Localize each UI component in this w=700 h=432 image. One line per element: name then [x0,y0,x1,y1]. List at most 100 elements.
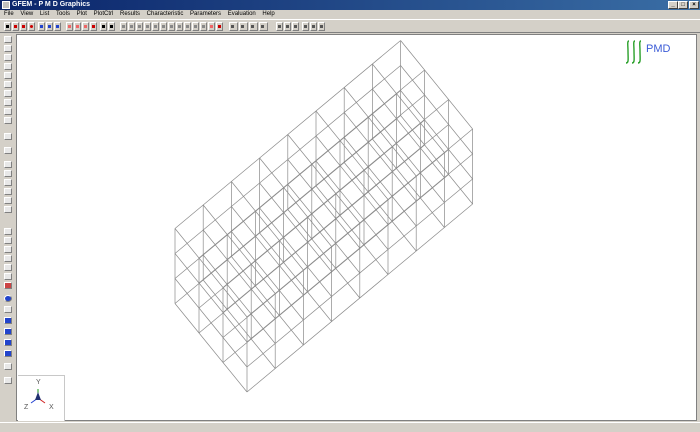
left-tool-32-button[interactable] [4,363,12,370]
tool-g2-button[interactable] [128,22,135,31]
left-tool-31-button[interactable] [4,350,12,357]
zoom-out-button[interactable] [284,22,291,31]
tool-g9-button[interactable] [184,22,191,31]
tool-g12-button[interactable] [208,22,215,31]
view-front-button[interactable] [249,22,258,31]
mesh-edge [343,87,417,177]
mesh-edge [202,204,276,294]
tool-b1-button[interactable] [38,22,45,31]
menu-view[interactable]: View [20,11,33,17]
minimize-button[interactable]: _ [668,1,678,9]
left-tool-2-button[interactable] [4,45,12,52]
left-tool-11-button[interactable] [4,133,12,140]
left-tool-27-button[interactable] [4,306,12,313]
record-button[interactable] [28,22,35,31]
tool-g4-button[interactable] [144,22,151,31]
left-tool-15-button[interactable] [4,179,12,186]
tool-r4-button[interactable] [90,22,97,31]
zoom-in-button[interactable] [276,22,283,31]
left-tool-30-button[interactable] [4,339,12,346]
rotate-z-button[interactable] [318,22,325,31]
left-tool-10-button[interactable] [4,117,12,124]
app-icon [2,1,10,9]
left-tool-8-button[interactable] [4,99,12,106]
mesh-edge [231,256,304,346]
left-tool-9-button[interactable] [4,108,12,115]
zoom-fit-button[interactable] [292,22,299,31]
rotate-y-button[interactable] [310,22,317,31]
menu-tools[interactable]: Tools [56,11,70,17]
left-tool-22-button[interactable] [4,255,12,262]
axes-triad: Y Z X [18,375,65,421]
menu-list[interactable]: List [40,11,49,17]
tool-b2-button[interactable] [46,22,53,31]
left-tool-19-button[interactable] [4,228,12,235]
tool-g1-button[interactable] [120,22,127,31]
mesh-edge [259,182,332,272]
tool-g6-button[interactable] [160,22,167,31]
menu-plot[interactable]: Plot [77,11,87,17]
tool-g11-button[interactable] [200,22,207,31]
left-tool-7-button[interactable] [4,90,12,97]
tool-g3-button[interactable] [136,22,143,31]
tool-k2-button[interactable] [108,22,115,31]
tool-g13-button[interactable] [216,22,223,31]
left-tool-3-button[interactable] [4,54,12,61]
left-tool-6-button[interactable] [4,81,12,88]
left-tool-20-button[interactable] [4,237,12,244]
tool-r1-button[interactable] [66,22,73,31]
graphics-canvas[interactable]: PMD Y Z X [16,34,697,421]
mesh-edge [315,135,389,225]
menu-help[interactable]: Help [262,11,274,17]
left-tool-17-button[interactable] [4,197,12,204]
left-tool-16-button[interactable] [4,188,12,195]
mesh-edge [287,159,361,249]
menu-evaluation[interactable]: Evaluation [228,11,256,17]
left-tool-5-button[interactable] [4,72,12,79]
tool-g10-button[interactable] [192,22,199,31]
axis-z-label: Z [24,404,29,411]
select-tool-button[interactable] [12,22,19,31]
left-tool-33-button[interactable] [4,377,12,384]
tool-g8-button[interactable] [176,22,183,31]
tool-r2-button[interactable] [74,22,81,31]
status-bar [0,422,700,432]
left-tool-21-button[interactable] [4,246,12,253]
mesh-edge [372,138,445,228]
mesh-edge [259,207,332,297]
menu-results[interactable]: Results [120,11,140,17]
left-tool-24-button[interactable] [4,273,12,280]
menu-plotctrl[interactable]: PlotCtrl [94,11,114,17]
mesh-edge [400,90,473,180]
menu-file[interactable]: File [4,11,14,17]
menu-characteristic[interactable]: Characteristic [147,11,184,17]
stop-button[interactable] [20,22,27,31]
menu-parameters[interactable]: Parameters [190,11,221,17]
left-tool-1-button[interactable] [4,36,12,43]
rotate-x-button[interactable] [302,22,309,31]
maximize-button[interactable]: □ [678,1,688,9]
view-side-button[interactable] [259,22,268,31]
left-tool-29-button[interactable] [4,328,12,335]
tool-r3-button[interactable] [82,22,89,31]
left-tool-18-button[interactable] [4,206,12,213]
tool-g5-button[interactable] [152,22,159,31]
left-tool-4-button[interactable] [4,63,12,70]
mesh-edge [202,254,276,344]
mesh-edge [174,303,248,393]
tool-b3-button[interactable] [54,22,61,31]
mesh-edge [174,253,248,343]
pointer-tool-button[interactable] [4,22,11,31]
close-button[interactable]: × [689,1,699,9]
left-node-tool-button[interactable] [4,295,12,302]
left-tool-14-button[interactable] [4,170,12,177]
grid-view2-button[interactable] [239,22,248,31]
left-tool-12-button[interactable] [4,147,12,154]
left-tool-25-button[interactable] [4,282,12,289]
tool-g7-button[interactable] [168,22,175,31]
left-tool-28-button[interactable] [4,317,12,324]
grid-view-button[interactable] [229,22,238,31]
left-tool-13-button[interactable] [4,161,12,168]
tool-k1-button[interactable] [100,22,107,31]
left-tool-23-button[interactable] [4,264,12,271]
